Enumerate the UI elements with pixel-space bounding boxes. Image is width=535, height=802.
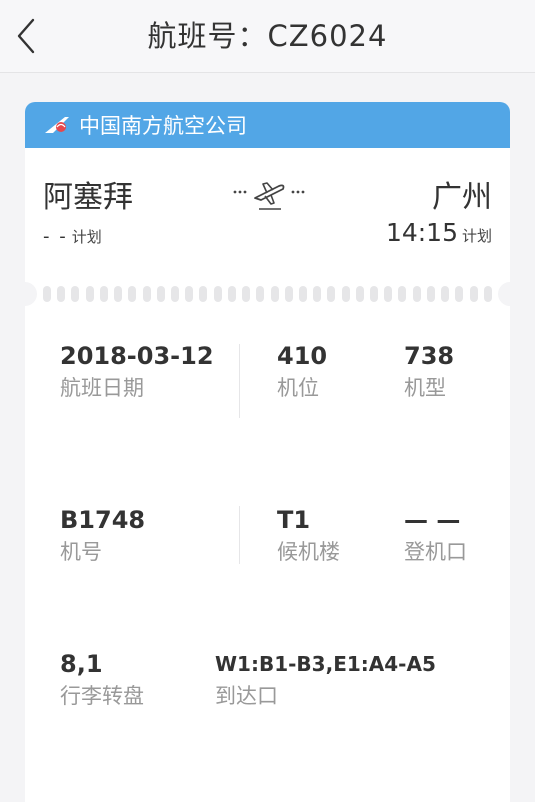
airline-name: 中国南方航空公司 xyxy=(79,114,247,138)
terminal: T1 候机楼 xyxy=(277,506,340,566)
airline-header: 中国南方航空公司 xyxy=(25,102,510,148)
divider xyxy=(239,344,240,418)
stand: 410 机位 xyxy=(277,342,327,402)
flight-date-label: 航班日期 xyxy=(60,376,144,400)
arrival-time-tag: 计划 xyxy=(461,227,492,245)
stand-value: 410 xyxy=(277,342,328,370)
arrival-city: 广州 xyxy=(432,180,492,215)
flight-card: 中国南方航空公司 阿塞拜 广州 - - 计划 14:15 计划 2018-03-… xyxy=(25,102,510,802)
flight-date: 2018-03-12 航班日期 xyxy=(60,342,214,402)
stand-label: 机位 xyxy=(277,376,319,400)
aircraft-number-value: B1748 xyxy=(60,506,146,534)
aircraft-type-label: 机型 xyxy=(404,376,446,400)
baggage-carousel-label: 行李转盘 xyxy=(60,684,144,708)
arrival-time-value: 14:15 xyxy=(385,218,458,247)
baggage-carousel: 8,1 行李转盘 xyxy=(60,650,144,710)
departure-time: - - 计划 xyxy=(43,226,102,247)
aircraft-number: B1748 机号 xyxy=(60,506,145,566)
aircraft-number-label: 机号 xyxy=(60,540,102,564)
departure-time-tag: 计划 xyxy=(71,228,102,246)
baggage-carousel-value: 8,1 xyxy=(60,650,103,678)
flight-date-value: 2018-03-12 xyxy=(60,342,214,370)
ticket-notch-right xyxy=(498,282,510,306)
boarding-gate-value: — — xyxy=(404,506,461,534)
navigation-bar: 航班号：CZ6024 xyxy=(0,0,535,73)
airline-logo-icon xyxy=(43,113,73,137)
boarding-gate: — — 登机口 xyxy=(404,506,467,566)
terminal-label: 候机楼 xyxy=(277,540,340,564)
aircraft-type-value: 738 xyxy=(404,342,455,370)
arrival-exit-label: 到达口 xyxy=(215,684,278,708)
arrival-exit-value: W1:B1-B3,E1:A4-A5 xyxy=(215,652,436,676)
terminal-value: T1 xyxy=(277,506,311,534)
arrival-exit: W1:B1-B3,E1:A4-A5 到达口 xyxy=(215,650,436,710)
airplane-icon xyxy=(229,176,309,212)
page-title: 航班号：CZ6024 xyxy=(147,19,388,53)
departure-time-value: - - xyxy=(43,226,68,247)
divider xyxy=(239,506,240,564)
ticket-perforation xyxy=(43,286,492,302)
boarding-gate-label: 登机口 xyxy=(404,540,467,564)
arrival-time: 14:15 计划 xyxy=(386,218,492,247)
departure-city: 阿塞拜 xyxy=(43,180,133,215)
aircraft-type: 738 机型 xyxy=(404,342,454,402)
